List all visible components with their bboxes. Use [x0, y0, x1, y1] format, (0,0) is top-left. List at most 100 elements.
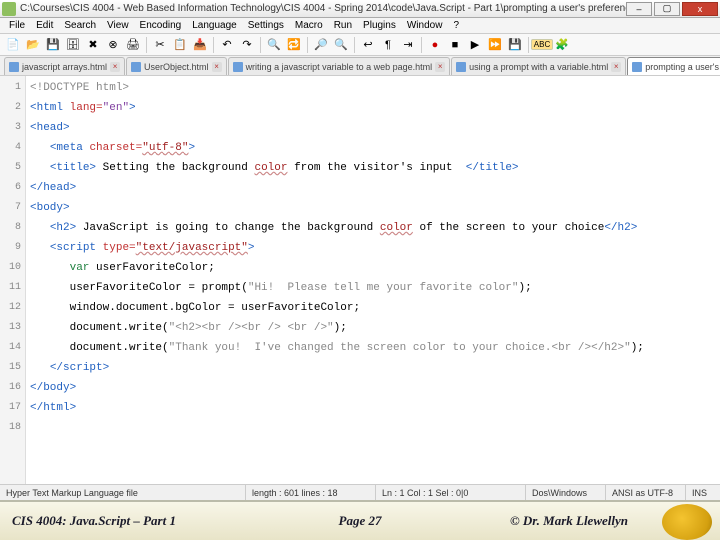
print-icon: 🖨: [126, 38, 140, 51]
code-line[interactable]: </script>: [30, 358, 716, 378]
new-file-button[interactable]: 📄: [4, 36, 22, 54]
tab-close-icon[interactable]: ×: [435, 62, 445, 72]
toolbar-separator: [528, 37, 529, 53]
code-line[interactable]: [30, 418, 716, 438]
menu-window[interactable]: Window: [402, 19, 448, 32]
code-line[interactable]: var userFavoriteColor;: [30, 258, 716, 278]
close-file-button[interactable]: ✖: [84, 36, 102, 54]
menu-view[interactable]: View: [102, 19, 134, 32]
code-line[interactable]: <meta charset="utf-8">: [30, 138, 716, 158]
macro-play-multi-button[interactable]: ⏩: [486, 36, 504, 54]
line-number: 9: [0, 238, 21, 258]
document-tab[interactable]: prompting a user's preference with a var…: [627, 57, 720, 75]
replace-button[interactable]: 🔁: [285, 36, 303, 54]
wordwrap-button[interactable]: ↩: [359, 36, 377, 54]
toolbar: 📄 📂 💾 🗄 ✖ ⊗ 🖨 ✂ 📋 📥 ↶ ↷ 🔍 🔁 🔎 🔍 ↩ ¶ ⇥ ● …: [0, 34, 720, 56]
line-number: 8: [0, 218, 21, 238]
menu-macro[interactable]: Macro: [290, 19, 328, 32]
menu-encoding[interactable]: Encoding: [135, 19, 187, 32]
undo-button[interactable]: ↶: [218, 36, 236, 54]
menu-plugins[interactable]: Plugins: [358, 19, 401, 32]
window-controls: – ▢ x: [626, 2, 718, 16]
macro-save-button[interactable]: 💾: [506, 36, 524, 54]
minimize-button[interactable]: –: [626, 2, 652, 16]
redo-icon: ↷: [242, 38, 251, 51]
find-button[interactable]: 🔍: [265, 36, 283, 54]
show-all-chars-button[interactable]: ¶: [379, 36, 397, 54]
line-number: 10: [0, 258, 21, 278]
code-line[interactable]: <head>: [30, 118, 716, 138]
macro-stop-button[interactable]: ■: [446, 36, 464, 54]
code-line[interactable]: <h2> JavaScript is going to change the b…: [30, 218, 716, 238]
save-all-button[interactable]: 🗄: [64, 36, 82, 54]
code-line[interactable]: <html lang="en">: [30, 98, 716, 118]
file-icon: 📄: [6, 38, 20, 51]
document-tab[interactable]: writing a javascript variable to a web p…: [228, 57, 451, 75]
code-line[interactable]: <body>: [30, 198, 716, 218]
copy-button[interactable]: 📋: [171, 36, 189, 54]
code-line[interactable]: window.document.bgColor = userFavoriteCo…: [30, 298, 716, 318]
code-editor[interactable]: <!DOCTYPE html><html lang="en"><head> <m…: [26, 76, 720, 484]
toolbar-separator: [354, 37, 355, 53]
line-number: 3: [0, 118, 21, 138]
save-button[interactable]: 💾: [44, 36, 62, 54]
code-line[interactable]: <!DOCTYPE html>: [30, 78, 716, 98]
menu-help[interactable]: ?: [448, 19, 464, 32]
menu-language[interactable]: Language: [187, 19, 242, 32]
document-tab[interactable]: using a prompt with a variable.html×: [451, 57, 626, 75]
line-number: 1: [0, 78, 21, 98]
code-line[interactable]: </head>: [30, 178, 716, 198]
code-line[interactable]: document.write("<h2><br /><br /> <br />"…: [30, 318, 716, 338]
record-icon: ●: [432, 39, 439, 51]
macro-play-button[interactable]: ▶: [466, 36, 484, 54]
close-all-button[interactable]: ⊗: [104, 36, 122, 54]
zoom-out-icon: 🔍: [334, 38, 348, 51]
tab-close-icon[interactable]: ×: [611, 62, 621, 72]
copy-icon: 📋: [173, 38, 187, 51]
menu-bar: FileEditSearchViewEncodingLanguageSettin…: [0, 18, 720, 34]
open-file-button[interactable]: 📂: [24, 36, 42, 54]
editor-area: 123456789101112131415161718 <!DOCTYPE ht…: [0, 76, 720, 484]
indent-guide-button[interactable]: ⇥: [399, 36, 417, 54]
macro-record-button[interactable]: ●: [426, 36, 444, 54]
print-button[interactable]: 🖨: [124, 36, 142, 54]
run-browser-button[interactable]: ABC: [533, 36, 551, 54]
replace-icon: 🔁: [287, 38, 301, 51]
code-line[interactable]: <script type="text/javascript">: [30, 238, 716, 258]
search-icon: 🔍: [267, 38, 281, 51]
zoom-out-button[interactable]: 🔍: [332, 36, 350, 54]
menu-settings[interactable]: Settings: [243, 19, 289, 32]
plugin-button[interactable]: 🧩: [553, 36, 571, 54]
code-line[interactable]: </html>: [30, 398, 716, 418]
menu-search[interactable]: Search: [59, 19, 101, 32]
status-insert-mode: INS: [686, 485, 720, 500]
file-icon: [456, 62, 466, 72]
document-tab[interactable]: javascript arrays.html×: [4, 57, 125, 75]
cut-button[interactable]: ✂: [151, 36, 169, 54]
paste-button[interactable]: 📥: [191, 36, 209, 54]
menu-file[interactable]: File: [4, 19, 30, 32]
close-button[interactable]: x: [682, 2, 718, 16]
code-line[interactable]: userFavoriteColor = prompt("Hi! Please t…: [30, 278, 716, 298]
tab-label: javascript arrays.html: [22, 62, 107, 72]
code-line[interactable]: document.write("Thank you! I've changed …: [30, 338, 716, 358]
footer-course: CIS 4004: Java.Script – Part 1: [0, 513, 188, 529]
tab-label: prompting a user's preference with a var…: [645, 62, 720, 72]
pilcrow-icon: ¶: [385, 39, 391, 51]
line-number: 16: [0, 378, 21, 398]
disk-icon: 💾: [508, 38, 522, 51]
maximize-button[interactable]: ▢: [654, 2, 680, 16]
menu-edit[interactable]: Edit: [31, 19, 58, 32]
redo-button[interactable]: ↷: [238, 36, 256, 54]
browser-icon: ABC: [531, 39, 553, 50]
tab-close-icon[interactable]: ×: [212, 62, 222, 72]
code-line[interactable]: </body>: [30, 378, 716, 398]
line-number: 14: [0, 338, 21, 358]
code-line[interactable]: <title> Setting the background color fro…: [30, 158, 716, 178]
tab-close-icon[interactable]: ×: [110, 62, 120, 72]
zoom-in-button[interactable]: 🔎: [312, 36, 330, 54]
close-icon: ✖: [88, 38, 97, 51]
menu-run[interactable]: Run: [329, 19, 357, 32]
document-tab[interactable]: UserObject.html×: [126, 57, 227, 75]
zoom-in-icon: 🔎: [314, 38, 328, 51]
